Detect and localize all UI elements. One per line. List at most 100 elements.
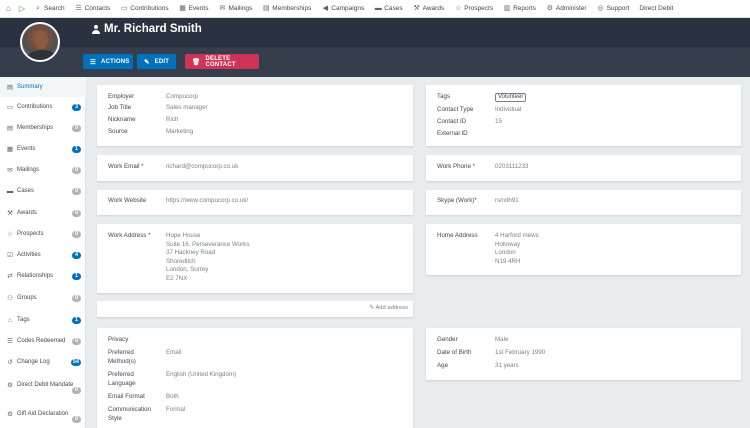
- employment-card[interactable]: Employer Compucorp Job Title Sales manager…: [97, 85, 413, 146]
- tab-mailings[interactable]: ✉ Mailings 0: [0, 160, 86, 180]
- nav-administer[interactable]: ⚙ Administer: [541, 0, 592, 18]
- nav-contributions[interactable]: ▭ Contributions: [115, 0, 173, 18]
- nav-cases[interactable]: ▬ Cases: [369, 0, 407, 18]
- field-label: Work Website: [108, 197, 147, 204]
- nav-memberships[interactable]: ▤ Memberships: [257, 0, 316, 18]
- nav-prospects[interactable]: ☆ Prospects: [449, 0, 498, 18]
- contact-tabs: ▤ Summary ▭ Contributions 3 ▤ Memberships 0 ▦…: [0, 77, 86, 428]
- trash-icon: 🗑: [192, 58, 201, 66]
- tab-prospects[interactable]: ☆ Prospects 0: [0, 224, 86, 244]
- tags-card[interactable]: Tags Volunteer Contact Type Individual Con…: [426, 85, 741, 146]
- count-badge: 3: [72, 103, 81, 111]
- tab-activities[interactable]: ☑ Activities 4: [0, 245, 86, 265]
- field-label: Nickname: [108, 116, 136, 123]
- contact-id-value: 15: [495, 118, 502, 125]
- tab-awards[interactable]: ⚒ Awards 0: [0, 203, 86, 223]
- contact-avatar: [20, 22, 60, 62]
- date-of-birth-value: 1st February 1990: [495, 349, 546, 356]
- skype-card[interactable]: Skype (Work)* rsmith91: [426, 190, 741, 215]
- id-card-icon: ▤: [6, 84, 14, 91]
- life-ring-icon: ◎: [597, 4, 604, 12]
- gavel-icon: ⚒: [7, 210, 13, 217]
- nav-support[interactable]: ◎ Support: [592, 0, 635, 18]
- website-card[interactable]: Work Website https://www.compucorp.co.uk/: [97, 190, 413, 215]
- contact-title: Mr. Richard Smith: [92, 23, 202, 35]
- add-address-link[interactable]: ✎ Add address: [369, 305, 408, 311]
- field-label: Contact ID: [437, 118, 467, 125]
- phone-card[interactable]: Work Phone * 0203111233: [426, 155, 741, 181]
- envelope-icon: ✉: [7, 167, 13, 174]
- tab-direct-debit-mandate[interactable]: ⚙ Direct Debit Mandate 0: [0, 374, 86, 396]
- tab-events[interactable]: ▦ Events 1: [0, 139, 86, 159]
- communication-preferences-card[interactable]: Privacy Preferred Method(s) Email Preferr…: [97, 328, 413, 428]
- tab-tags[interactable]: ⌂ Tags 1: [0, 310, 86, 330]
- source-value: Marketing: [166, 128, 194, 135]
- field-label: Preferred Language: [108, 371, 136, 387]
- field-label: Communication Style: [108, 406, 151, 422]
- contact-type-value: Individual: [495, 106, 522, 113]
- field-label: Tags: [437, 93, 451, 100]
- nickname-value: Rich: [166, 116, 179, 123]
- calendar-icon: ▦: [179, 4, 186, 12]
- work-website-link[interactable]: https://www.compucorp.co.uk/: [166, 197, 248, 206]
- id-card-icon: ▤: [262, 4, 270, 12]
- demographics-card[interactable]: Gender Male Date of Birth 1st February 199…: [426, 328, 741, 380]
- count-badge: 54: [70, 358, 81, 366]
- field-label: Work Address *: [108, 232, 151, 239]
- folder-icon: ▬: [374, 4, 382, 12]
- count-badge: 0: [72, 166, 81, 174]
- tab-relationships[interactable]: ⇄ Relationships 1: [0, 266, 86, 286]
- tab-codes-redeemed[interactable]: ☰ Codes Redeemed 0: [0, 331, 86, 351]
- contacts-icon: ☰: [75, 4, 82, 12]
- skype-value: rsmith91: [495, 197, 519, 204]
- email-card[interactable]: Work Email * richard@compucorp.co.uk: [97, 155, 413, 181]
- field-label: Gender: [437, 336, 458, 343]
- nav-events[interactable]: ▦ Events: [174, 0, 214, 18]
- work-address-card[interactable]: Work Address * Hope House Suite 16, Perse…: [97, 224, 413, 293]
- field-label: Email Format: [108, 393, 145, 400]
- nav-mailings[interactable]: ✉ Mailings: [213, 0, 257, 18]
- work-email-value[interactable]: richard@compucorp.co.uk: [166, 163, 238, 172]
- tab-gift-aid-declaration[interactable]: ⚙ Gift Aid Declaration 0: [0, 403, 86, 425]
- count-badge: 0: [72, 124, 81, 132]
- tab-cases[interactable]: ▬ Cases 0: [0, 181, 86, 201]
- tab-groups[interactable]: ⚇ Groups 0: [0, 288, 86, 308]
- user-icon: [92, 24, 100, 34]
- count-badge: 0: [72, 387, 81, 394]
- envelope-icon: ✉: [219, 4, 226, 12]
- tab-change-log[interactable]: ↺ Change Log 54: [0, 352, 86, 372]
- communication-style-value: Formal: [166, 406, 186, 413]
- count-badge: 0: [72, 337, 81, 345]
- bar-chart-icon: ▥: [503, 4, 511, 12]
- nav-search[interactable]: ⌕ Search: [29, 0, 70, 18]
- search-icon: ⌕: [36, 4, 40, 12]
- count-badge: 0: [72, 294, 81, 302]
- id-badge-icon: ▤: [6, 125, 14, 132]
- civicrm-drawer-icon[interactable]: ▷: [15, 0, 29, 18]
- nav-reports[interactable]: ▥ Reports: [498, 0, 541, 18]
- field-label: Work Email *: [108, 163, 144, 170]
- field-label: Privacy: [108, 336, 129, 343]
- actions-button[interactable]: ☰ ACTIONS: [83, 54, 133, 69]
- gender-value: Male: [495, 336, 509, 343]
- field-label: External ID: [437, 130, 468, 137]
- nav-awards[interactable]: ⚒ Awards: [408, 0, 450, 18]
- field-label: Work Phone *: [437, 163, 476, 170]
- tab-summary[interactable]: ▤ Summary: [0, 77, 86, 97]
- tab-memberships[interactable]: ▤ Memberships 0: [0, 118, 86, 138]
- gavel-icon: ⚒: [413, 4, 420, 12]
- edit-button[interactable]: ✎ EDIT: [137, 54, 176, 69]
- tab-contributions[interactable]: ▭ Contributions 3: [0, 97, 86, 117]
- nav-campaigns[interactable]: ◀ Campaigns: [316, 0, 369, 18]
- field-label: Date of Birth: [437, 349, 472, 356]
- list-icon: ☰: [90, 58, 97, 66]
- nav-contacts[interactable]: ☰ Contacts: [70, 0, 116, 18]
- delete-contact-button[interactable]: 🗑 DELETE CONTACT: [185, 54, 259, 69]
- nav-direct-debit[interactable]: Direct Debit: [634, 0, 678, 18]
- field-label: Contact Type: [437, 106, 474, 113]
- credit-card-icon: ▭: [120, 4, 128, 12]
- count-badge: 1: [72, 145, 81, 153]
- count-badge: 0: [72, 209, 81, 217]
- home-address-card[interactable]: Home Address 4 Harford mews Holloway Lond…: [426, 224, 741, 275]
- civicrm-logo[interactable]: ⌂: [0, 0, 15, 18]
